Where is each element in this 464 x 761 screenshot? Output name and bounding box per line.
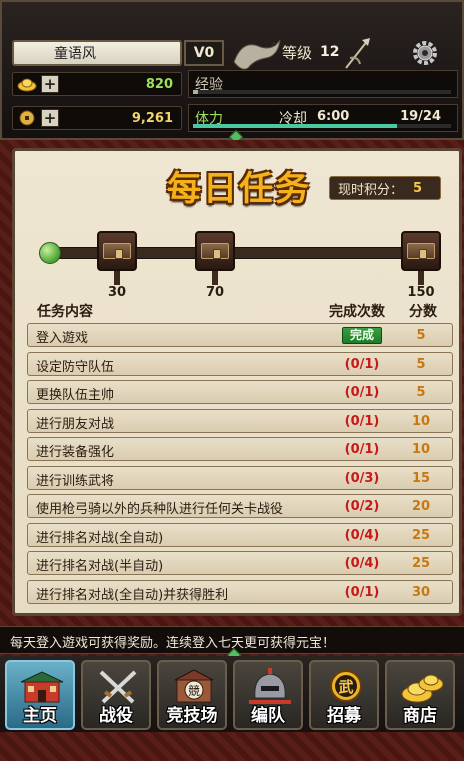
task-name: 登入遊戏: [36, 331, 89, 346]
task-progress: (0/1): [344, 413, 380, 429]
header-task: 任务内容: [37, 304, 93, 320]
task-points: 10: [411, 442, 431, 457]
cooldown-value: 6:00: [317, 109, 350, 124]
task-name: 进行排名对战(全自动)并获得胜利: [36, 587, 229, 603]
lance-emblem-icon: [345, 38, 370, 69]
add-gold-button[interactable]: +: [41, 75, 59, 93]
nav-formation-label: 编队: [251, 706, 285, 726]
task-points: 5: [416, 385, 426, 400]
nav-formation[interactable]: 编队: [233, 660, 303, 730]
nav-shop-label: 商店: [403, 706, 437, 726]
nav-recruit-label: 招募: [327, 706, 361, 726]
task-row[interactable]: 设定防守队伍 (0/1) 5: [27, 351, 453, 376]
task-name: 进行朋友对战: [36, 416, 115, 432]
task-row[interactable]: 进行排名对战(全自动)并获得胜利 (0/1) 30: [27, 579, 453, 604]
task-name: 进行排名对战(半自动): [36, 559, 164, 574]
task-row[interactable]: 进行排名对战(半自动) (0/4) 25: [27, 551, 453, 575]
vip-badge[interactable]: V0: [184, 40, 224, 66]
top-status-bar: 童语风 V0 等级 12 + 820 + 9,261 经验 体力 冷却 6:00…: [0, 0, 464, 145]
task-progress: (0/3): [344, 470, 380, 486]
task-points: 10: [411, 413, 431, 429]
task-name: 进行排名对战(全自动): [36, 530, 164, 546]
bottom-nav: 主页 战役 競 竞技场 编队 武 招募 商店: [0, 656, 464, 732]
settings-gear-icon[interactable]: [408, 38, 442, 68]
stamina-value: 19/24: [400, 109, 441, 124]
task-progress: (0/1): [344, 356, 380, 372]
task-progress: (0/1): [344, 385, 380, 400]
coins-value: 9,261: [131, 111, 173, 126]
coin-counter: + 9,261: [12, 106, 182, 130]
exp-fill: [193, 90, 199, 94]
task-points: 30: [411, 584, 431, 600]
task-complete-badge: 完成: [342, 327, 382, 344]
level-value: 12: [320, 44, 340, 60]
task-progress: (0/2): [344, 499, 380, 514]
panel-title: 每日任务: [167, 169, 311, 209]
reward-chest-2[interactable]: [195, 231, 235, 271]
task-name: 使用枪弓骑以外的兵种队进行任何关卡战役: [36, 502, 284, 517]
task-points: 5: [416, 356, 426, 372]
gold-ingot-counter: + 820: [12, 72, 182, 96]
task-progress: (0/4): [344, 556, 380, 571]
task-progress: (0/1): [344, 584, 380, 600]
level-label: 等级: [282, 44, 313, 62]
reward-chest-1[interactable]: [97, 231, 137, 271]
milestone-2: 70: [205, 285, 225, 300]
nav-campaign[interactable]: 战役: [81, 660, 151, 730]
task-points: 25: [411, 527, 431, 543]
task-row[interactable]: 进行排名对战(全自动) (0/4) 25: [27, 522, 453, 547]
add-coins-button[interactable]: +: [41, 109, 59, 127]
svg-text:武: 武: [338, 678, 353, 696]
player-name: 童语风: [12, 40, 182, 66]
task-name: 进行装备强化: [36, 445, 115, 460]
nav-campaign-label: 战役: [99, 706, 133, 726]
coin-icon: [19, 110, 35, 126]
nav-shop[interactable]: 商店: [385, 660, 455, 730]
milestone-1: 30: [107, 285, 127, 300]
task-points: 20: [411, 499, 431, 514]
task-row[interactable]: 使用枪弓骑以外的兵种队进行任何关卡战役 (0/2) 20: [27, 494, 453, 518]
task-name: 更换队伍主帅: [36, 388, 115, 403]
task-name: 进行训练武将: [36, 473, 115, 489]
task-points: 25: [411, 556, 431, 571]
task-points: 15: [411, 470, 431, 486]
task-name: 设定防守队伍: [36, 359, 115, 375]
stamina-fill: [193, 124, 397, 128]
milestone-3: 150: [407, 285, 435, 300]
header-points: 分数: [409, 304, 437, 320]
dragon-emblem-icon: [233, 39, 281, 70]
task-progress: (0/1): [344, 442, 380, 457]
exp-bar: 经验: [188, 70, 458, 98]
score-value: 5: [413, 180, 423, 196]
nav-recruit[interactable]: 武 招募: [309, 660, 379, 730]
nav-arena-label: 竞技场: [166, 706, 218, 726]
daily-tasks-panel: 每日任务 现时积分： 5 30 70 150 任务内容 完成次数 分数 登入遊戏…: [12, 148, 462, 616]
reward-chest-3[interactable]: [401, 231, 441, 271]
nav-home[interactable]: 主页: [5, 660, 75, 730]
stamina-bar: 体力 冷却 6:00 19/24: [188, 104, 458, 132]
header-progress: 完成次数: [329, 304, 385, 320]
task-row[interactable]: 进行装备强化 (0/1) 10: [27, 437, 453, 461]
nav-home-label: 主页: [23, 706, 57, 726]
gold-ingot-icon: [17, 78, 37, 92]
task-progress: (0/4): [344, 527, 380, 543]
nav-arena[interactable]: 競 竞技场: [157, 660, 227, 730]
gold-value: 820: [145, 77, 173, 92]
task-row[interactable]: 进行朋友对战 (0/1) 10: [27, 408, 453, 433]
task-list: 登入遊戏 完成 5 设定防守队伍 (0/1) 5 更换队伍主帅 (0/1) 5 …: [27, 323, 453, 608]
task-row[interactable]: 进行训练武将 (0/3) 15: [27, 465, 453, 490]
score-box: 现时积分： 5: [329, 176, 441, 200]
bottom-pattern-strip: [0, 732, 464, 761]
svg-text:競: 競: [188, 683, 200, 698]
task-row[interactable]: 更换队伍主帅 (0/1) 5: [27, 380, 453, 404]
progress-start-marker: [39, 242, 61, 264]
task-points: 5: [416, 328, 426, 343]
score-label: 现时积分：: [338, 182, 404, 198]
task-row[interactable]: 登入遊戏 完成 5: [27, 323, 453, 347]
